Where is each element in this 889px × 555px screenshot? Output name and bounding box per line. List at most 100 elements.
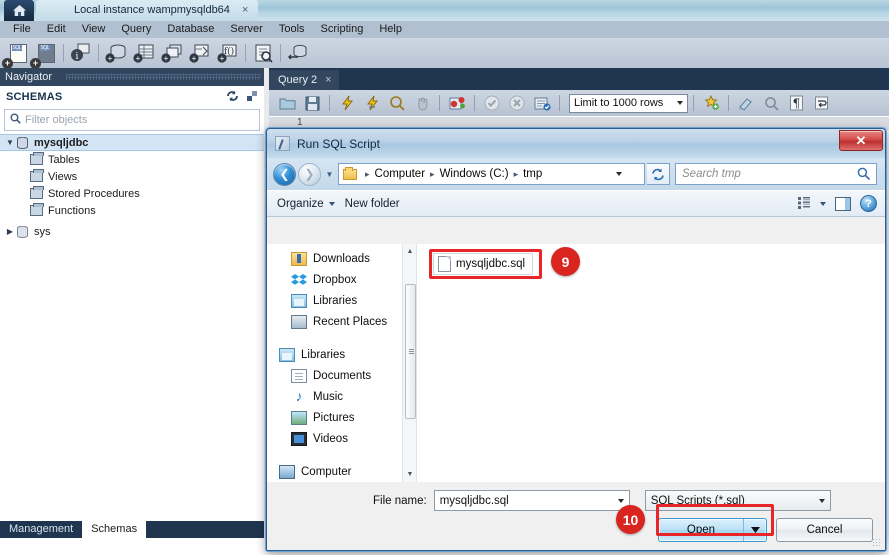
tab-schemas[interactable]: Schemas <box>82 521 147 538</box>
execute-current-statement-icon[interactable] <box>360 92 384 114</box>
server-status-icon[interactable]: i <box>67 40 95 66</box>
limit-rows-select[interactable]: Limit to 1000 rows <box>569 93 688 113</box>
nav-item-downloads[interactable]: Downloads <box>267 248 416 269</box>
close-button[interactable]: ✕ <box>839 130 883 151</box>
recent-places-icon <box>291 314 307 329</box>
view-options-icon[interactable] <box>798 197 811 210</box>
organize-button[interactable]: Organize <box>275 198 343 210</box>
nav-item-pictures[interactable]: Pictures <box>267 407 416 428</box>
rollback-icon[interactable] <box>505 92 529 114</box>
inspect-object-icon[interactable] <box>249 40 277 66</box>
find-icon[interactable] <box>734 92 758 114</box>
save-script-icon[interactable] <box>300 92 324 114</box>
svg-text:+: + <box>220 54 225 63</box>
menu-file[interactable]: File <box>5 21 39 38</box>
menu-edit[interactable]: Edit <box>39 21 74 38</box>
file-name-input[interactable]: mysqljdbc.sql <box>433 490 630 511</box>
resize-grip[interactable] <box>872 538 882 548</box>
menu-view[interactable]: View <box>74 21 114 38</box>
help-icon[interactable]: ? <box>860 195 877 212</box>
nav-item-libraries-fav[interactable]: Libraries <box>267 290 416 311</box>
tree-item-sys[interactable]: ▶ sys <box>0 223 264 240</box>
chevron-down-icon[interactable] <box>820 201 826 206</box>
explain-icon[interactable] <box>385 92 409 114</box>
scroll-up-icon[interactable]: ▲ <box>403 244 416 259</box>
file-list[interactable]: mysqljdbc.sql 9 <box>417 244 885 482</box>
limit-rows-value: Limit to 1000 rows <box>574 97 664 109</box>
address-bar[interactable]: ▸ Computer ▸ Windows (C:) ▸ tmp <box>338 163 645 185</box>
scroll-down-icon[interactable]: ▼ <box>403 467 416 482</box>
chevron-down-icon[interactable] <box>616 172 622 176</box>
nav-item-music[interactable]: ♪ Music <box>267 386 416 407</box>
close-icon[interactable]: × <box>242 4 248 16</box>
nav-item-dropbox[interactable]: Dropbox <box>267 269 416 290</box>
nav-item-recent-places[interactable]: Recent Places <box>267 311 416 332</box>
menu-scripting[interactable]: Scripting <box>313 21 372 38</box>
auto-commit-icon[interactable] <box>530 92 554 114</box>
tree-item-mysqljdbc[interactable]: ▼ mysqljdbc <box>0 134 264 151</box>
breadcrumb-tmp[interactable]: tmp <box>521 168 544 180</box>
file-type-select[interactable]: SQL Scripts (*.sql) <box>644 490 831 511</box>
new-sql-tab-icon[interactable]: + <box>2 40 32 69</box>
new-stored-procedure-icon[interactable]: + <box>186 40 214 66</box>
nav-item-libraries-root[interactable]: Libraries <box>267 344 416 365</box>
toggle-invisible-chars-icon[interactable]: ¶ <box>784 92 808 114</box>
refresh-schemas-icon[interactable] <box>226 90 239 105</box>
dropbox-icon <box>291 273 307 287</box>
file-item-mysqljdbc-sql[interactable]: mysqljdbc.sql <box>433 253 534 275</box>
reconnect-server-icon[interactable] <box>284 40 312 66</box>
chevron-down-icon[interactable]: ▼ <box>323 170 336 179</box>
search-input[interactable]: Search tmp <box>675 163 877 185</box>
forward-arrow-icon[interactable]: ❯ <box>298 162 321 186</box>
nav-pane-scrollbar[interactable]: ▲ ▼ <box>402 244 416 482</box>
open-script-icon[interactable] <box>275 92 299 114</box>
wrap-lines-icon[interactable] <box>809 92 833 114</box>
commit-icon[interactable] <box>480 92 504 114</box>
menu-help[interactable]: Help <box>371 21 410 38</box>
menu-server[interactable]: Server <box>222 21 270 38</box>
tree-item-tables[interactable]: Tables <box>0 151 264 168</box>
tree-item-stored-procedures[interactable]: Stored Procedures <box>0 185 264 202</box>
instance-tab[interactable]: Local instance wampmysqldb64 × <box>36 0 259 21</box>
tab-query-2[interactable]: Query 2 × <box>269 70 339 90</box>
beautify-icon[interactable] <box>699 92 723 114</box>
nav-item-documents[interactable]: Documents <box>267 365 416 386</box>
chevron-down-icon[interactable] <box>744 519 766 541</box>
cancel-button[interactable]: Cancel <box>776 518 873 542</box>
new-view-icon[interactable]: + <box>158 40 186 66</box>
menu-tools[interactable]: Tools <box>271 21 313 38</box>
scrollbar-thumb[interactable] <box>405 284 416 419</box>
new-table-icon[interactable]: + <box>130 40 158 66</box>
toggle-breakpoint-icon[interactable] <box>445 92 469 114</box>
new-schema-icon[interactable]: + <box>102 40 130 66</box>
back-arrow-icon[interactable]: ❮ <box>273 162 296 186</box>
close-icon[interactable]: × <box>325 70 331 90</box>
chevron-down-icon[interactable]: ▼ <box>4 138 16 147</box>
nav-item-computer[interactable]: Computer <box>267 461 416 482</box>
collapse-all-icon[interactable] <box>246 90 258 105</box>
menu-database[interactable]: Database <box>159 21 222 38</box>
home-icon[interactable] <box>4 0 34 21</box>
new-folder-button[interactable]: New folder <box>343 198 408 210</box>
nav-item-videos[interactable]: Videos <box>267 428 416 449</box>
search-icon[interactable] <box>759 92 783 114</box>
new-function-icon[interactable]: f() + <box>214 40 242 66</box>
chevron-right-icon[interactable]: ▶ <box>4 227 16 236</box>
chevron-down-icon[interactable] <box>617 499 624 503</box>
breadcrumb-windows-c[interactable]: Windows (C:) <box>438 168 511 180</box>
open-button[interactable]: Open <box>658 518 767 542</box>
toolbar-separator <box>728 95 729 111</box>
navigator-title: Navigator <box>5 71 53 83</box>
tree-item-views[interactable]: Views <box>0 168 264 185</box>
tree-item-functions[interactable]: Functions <box>0 202 264 219</box>
tab-management[interactable]: Management <box>0 521 82 538</box>
menu-query[interactable]: Query <box>113 21 159 38</box>
stop-icon[interactable] <box>410 92 434 114</box>
preview-pane-icon[interactable] <box>835 196 851 211</box>
breadcrumb-computer[interactable]: Computer <box>373 168 428 180</box>
refresh-icon[interactable] <box>647 163 670 185</box>
breadcrumb-separator: ▸ <box>365 168 370 179</box>
execute-icon[interactable] <box>335 92 359 114</box>
open-sql-script-icon[interactable]: + <box>30 40 60 69</box>
filter-objects-input[interactable]: Filter objects <box>4 109 260 131</box>
